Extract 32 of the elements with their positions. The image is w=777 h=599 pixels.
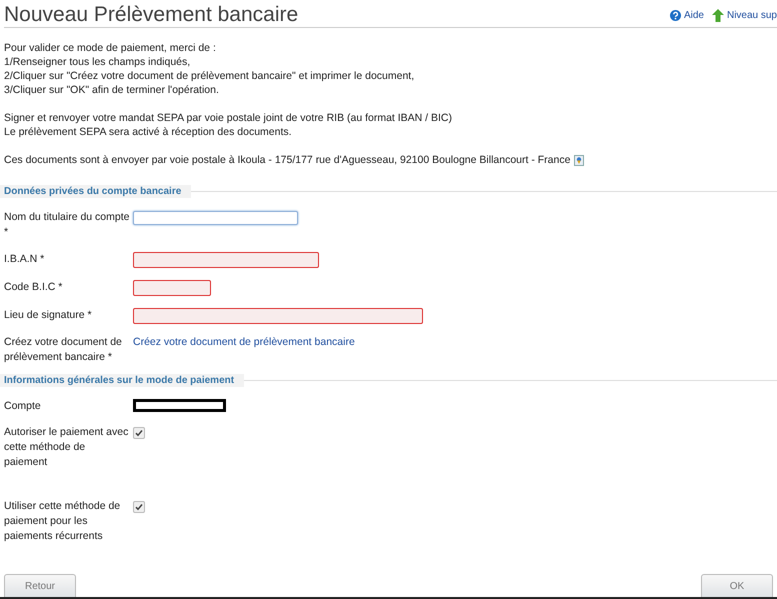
- field-label: Autoriser le paiement avec cette méthode de paiement: [4, 425, 130, 470]
- text-field[interactable]: [133, 210, 298, 224]
- instruction-text: 3/Cliquer sur "OK" afin de terminer l'opération.: [4, 83, 220, 97]
- address-text: Ces documents sont à envoyer par voie postale à Ikoula - 175/177 rue d'Aguesseau, 92100 Boulogne Billancourt - France: [4, 153, 570, 167]
- page-title: Nouveau Prélèvement bancaire: [4, 3, 298, 27]
- text-field[interactable]: [133, 308, 423, 324]
- help-link[interactable]: Aide: [670, 9, 704, 22]
- field-label: Lieu de signature *: [4, 308, 93, 323]
- up-level-link[interactable]: Niveau sup: [712, 9, 777, 22]
- instruction-text: 2/Cliquer sur "Créez votre document de prélèvement bancaire" et imprimer le document,: [4, 69, 416, 83]
- checkbox[interactable]: [133, 501, 145, 513]
- section-heading: Données privées du compte bancaire: [0, 185, 192, 198]
- field-label: Créez votre document de prélèvement bancaire *: [4, 335, 123, 365]
- field-label: I.B.A.N *: [4, 252, 46, 267]
- map-pin-icon[interactable]: [574, 154, 584, 166]
- instruction-text: 1/Renseigner tous les champs indiqués,: [4, 55, 192, 69]
- field-label: Utiliser cette méthode de paiement pour les paiements récurrents: [4, 499, 122, 544]
- checkbox[interactable]: [133, 427, 145, 439]
- back-button[interactable]: Retour: [4, 574, 76, 597]
- text-field[interactable]: [133, 252, 319, 268]
- sepa-text: Signer et renvoyer votre mandat SEPA par voie postale joint de votre RIB (au format IBAN / BIC): [4, 111, 454, 125]
- instruction-text: Pour valider ce mode de paiement, merci de :: [4, 41, 217, 55]
- ok-button[interactable]: OK: [701, 574, 773, 597]
- field-label: Compte: [4, 399, 42, 414]
- sepa-text: Le prélèvement SEPA sera activé à réception des documents.: [4, 125, 293, 139]
- create-document-link[interactable]: Créez votre document de prélèvement bancaire: [133, 336, 355, 348]
- text-field[interactable]: [133, 280, 211, 296]
- field-label: Code B.I.C *: [4, 280, 64, 295]
- field-label: Nom du titulaire du compte *: [4, 210, 130, 240]
- up-arrow-icon: [712, 9, 724, 22]
- help-icon: [670, 10, 681, 21]
- section-heading: Informations générales sur le mode de paiement: [0, 374, 244, 387]
